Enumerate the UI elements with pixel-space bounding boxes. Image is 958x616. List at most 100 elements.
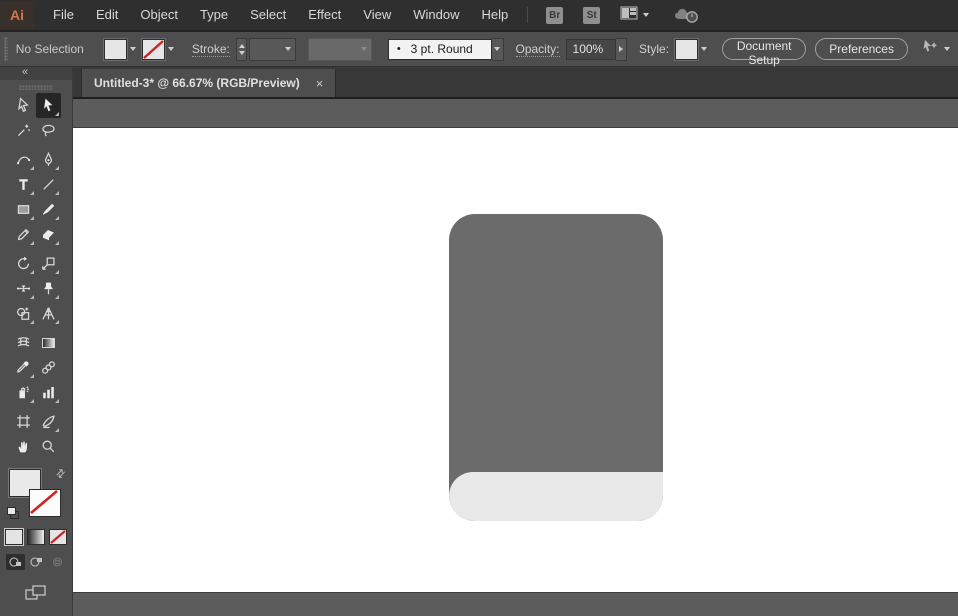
opacity-panel-link[interactable]: Opacity: [515,42,560,57]
eraser-tool[interactable] [36,222,61,247]
chevron-down-icon [494,47,501,51]
perspective-grid-tool[interactable] [36,301,61,326]
preferences-button[interactable]: Preferences [815,38,908,60]
menu-file[interactable]: File [42,1,85,29]
column-graph-tool[interactable] [36,380,61,405]
menu-object[interactable]: Object [129,1,189,29]
pencil-tool[interactable] [11,222,36,247]
swap-fill-stroke-icon[interactable]: ⇄ [53,466,68,481]
tool-panel-grip[interactable] [19,85,53,90]
draw-behind-button[interactable] [27,554,46,570]
gradient-fill-button[interactable] [27,529,45,545]
panel-collapse-button[interactable]: « [0,67,72,80]
eyedropper-tool[interactable] [11,355,36,380]
document-tab[interactable]: Untitled-3* @ 66.67% (RGB/Preview) × [81,69,337,97]
brush-definition-dropdown[interactable] [491,37,504,61]
width-tool[interactable] [11,276,36,301]
flyout-triangle-icon [55,216,59,220]
select-similar-icon [920,38,940,61]
opacity-value: 100% [572,42,604,56]
fill-color-control[interactable] [103,38,136,60]
blend-tool[interactable] [36,355,61,380]
menu-effect[interactable]: Effect [297,1,352,29]
menu-view[interactable]: View [352,1,402,29]
artboard-tool[interactable] [11,409,36,434]
variable-width-profile-select [307,37,372,61]
pen-tool[interactable] [36,147,61,172]
none-fill-button[interactable] [49,529,67,545]
workspace-switcher[interactable] [620,6,650,25]
direct-selection-tool[interactable] [36,93,61,118]
chevron-right-icon [619,46,624,52]
zoom-tool[interactable] [36,434,61,459]
shape-builder-tool[interactable] [11,301,36,326]
slice-tool[interactable] [36,409,61,434]
gradient-tool[interactable] [36,330,61,355]
illustrator-window: Ai File Edit Object Type Select Effect V… [0,0,958,616]
stroke-weight-stepper[interactable] [235,37,248,61]
stepper-up-icon[interactable] [238,43,245,48]
screen-mode-button[interactable] [24,584,48,607]
chevron-down-icon [701,47,708,51]
document-tab-bar: Untitled-3* @ 66.67% (RGB/Preview) × [73,67,958,99]
stock-button[interactable]: St [583,6,601,24]
flyout-triangle-icon [55,112,59,116]
selection-tool[interactable] [11,93,36,118]
flyout-triangle-icon [55,166,59,170]
symbol-sprayer-tool[interactable] [11,380,36,405]
fill-color-swatch[interactable] [103,38,127,60]
fill-type-buttons [5,529,67,545]
rectangle-tool[interactable] [11,197,36,222]
brush-definition-field[interactable]: • 3 pt. Round [387,38,492,60]
flyout-triangle-icon [30,241,34,245]
close-tab-icon[interactable]: × [316,77,324,90]
panel-grip[interactable] [4,37,8,61]
bridge-button[interactable]: Br [546,6,564,24]
selection-status: No Selection [15,42,84,56]
mesh-tool[interactable] [11,330,36,355]
paintbrush-tool[interactable] [36,197,61,222]
style-swatch[interactable] [675,38,699,60]
opacity-dropdown[interactable] [615,37,628,61]
hand-tool[interactable] [11,434,36,459]
magic-wand-tool[interactable] [11,118,36,143]
type-tool[interactable] [11,172,36,197]
style-select[interactable] [675,38,708,60]
stroke-none-swatch[interactable] [141,38,165,60]
menu-help[interactable]: Help [470,1,519,29]
stroke-swatch[interactable] [29,489,61,517]
line-segment-tool[interactable] [36,172,61,197]
stroke-weight-select[interactable] [249,37,296,61]
stroke-color-control[interactable] [141,38,174,60]
puppet-warp-tool[interactable] [36,276,61,301]
select-similar-control[interactable] [920,38,950,61]
menu-separator [527,7,529,23]
opacity-input[interactable]: 100% [565,38,616,60]
menu-edit[interactable]: Edit [85,1,129,29]
curvature-tool[interactable] [11,147,36,172]
lasso-tool[interactable] [36,118,61,143]
brush-name: 3 pt. Round [410,42,473,56]
fill-stroke-controls: ⇄ [7,466,68,519]
color-fill-button[interactable] [5,529,23,545]
rotate-tool[interactable] [11,251,36,276]
menu-select[interactable]: Select [239,1,297,29]
stroke-panel-link[interactable]: Stroke: [191,42,230,57]
chevron-down-icon [167,47,174,51]
flyout-triangle-icon [55,191,59,195]
artwork-light-band[interactable] [449,472,663,521]
style-label: Style: [639,42,670,56]
stepper-down-icon[interactable] [238,50,245,55]
chevron-down-icon [129,47,136,51]
menu-type[interactable]: Type [189,1,239,29]
scale-tool[interactable] [36,251,61,276]
tool-grid [11,93,61,459]
menu-window[interactable]: Window [402,1,470,29]
creative-cloud-sync-icon[interactable] [673,6,699,24]
draw-normal-button[interactable] [5,554,25,570]
default-fill-stroke-icon[interactable] [7,507,19,519]
flyout-triangle-icon [55,428,59,432]
brush-preview-dot: • [396,43,401,55]
document-setup-button[interactable]: Document Setup [722,38,807,67]
artwork-rounded-rectangle[interactable] [449,214,663,521]
